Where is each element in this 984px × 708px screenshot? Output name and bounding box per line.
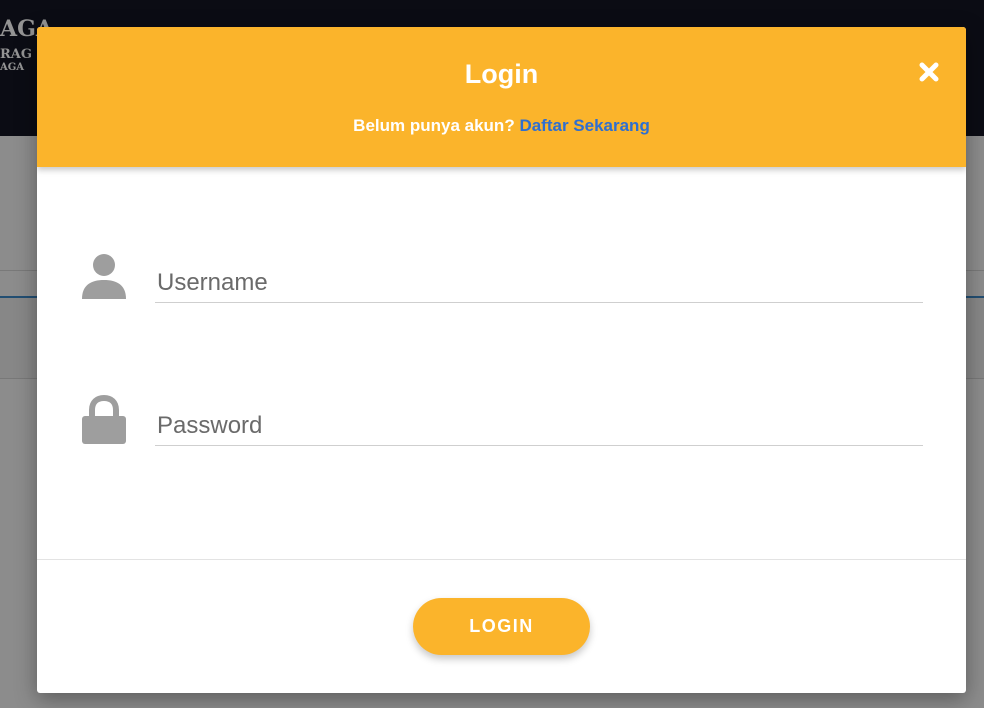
signup-prompt-text: Belum punya akun? (353, 116, 515, 135)
modal-header: Login Belum punya akun? Daftar Sekarang (37, 27, 966, 167)
lock-icon (82, 394, 126, 444)
user-icon (82, 254, 126, 299)
username-field[interactable] (155, 263, 923, 303)
modal-title: Login (464, 59, 539, 89)
modal-subtitle: Belum punya akun? Daftar Sekarang (37, 116, 966, 136)
login-modal: Login Belum punya akun? Daftar Sekarang … (37, 27, 966, 693)
password-row (81, 394, 923, 454)
login-button[interactable]: LOGIN (413, 598, 590, 655)
username-row (81, 251, 923, 311)
footer-divider (37, 559, 966, 560)
close-button[interactable] (918, 61, 940, 83)
signup-link[interactable]: Daftar Sekarang (519, 116, 649, 135)
close-icon (919, 62, 939, 82)
password-field[interactable] (155, 406, 923, 446)
